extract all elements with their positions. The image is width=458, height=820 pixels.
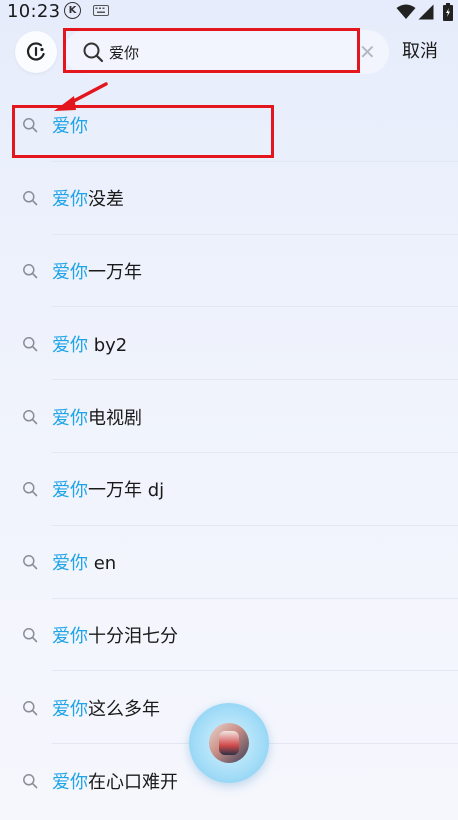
suggestion-highlight: 爱你	[52, 771, 88, 793]
search-icon	[23, 773, 38, 788]
search-icon	[23, 700, 38, 716]
search-icon	[23, 264, 38, 279]
suggestion-highlight: 爱你	[52, 553, 88, 575]
suggestion-text: 爱你十分泪七分	[52, 622, 178, 648]
status-time: 10:23	[7, 1, 61, 22]
cancel-button[interactable]: 取消	[402, 41, 438, 63]
suggestion-highlight: 爱你	[52, 480, 88, 502]
suggestion-item[interactable]: 爱你一万年 dj	[0, 453, 458, 526]
battery-icon	[443, 3, 453, 21]
suggestion-highlight: 爱你	[52, 189, 88, 211]
suggestion-text: 爱你一万年 dj	[52, 476, 164, 502]
suggestion-item[interactable]: 爱你 en	[0, 526, 458, 599]
close-icon[interactable]: ✕	[359, 41, 376, 63]
suggestion-text: 爱你 by2	[52, 331, 127, 357]
suggestion-item[interactable]: 爱你 by2	[0, 307, 458, 381]
suggestion-rest: 没差	[88, 189, 124, 211]
suggestion-rest: 电视剧	[88, 407, 142, 429]
suggestion-rest: 一万年	[88, 261, 142, 283]
voice-search-button[interactable]	[15, 31, 57, 73]
suggestion-highlight: 爱你	[52, 698, 88, 720]
suggestion-rest: 一万年 dj	[88, 480, 165, 502]
annotation-box-search	[63, 28, 360, 73]
search-icon	[23, 409, 38, 424]
wifi-icon	[396, 4, 416, 19]
suggestion-rest: 十分泪七分	[88, 625, 178, 647]
suggestion-highlight: 爱你	[52, 334, 88, 356]
suggestion-item[interactable]: 爱你电视剧	[0, 380, 458, 453]
search-icon	[23, 555, 38, 570]
suggestion-text: 爱你电视剧	[52, 404, 142, 430]
keyboard-icon	[93, 5, 109, 16]
signal-icon	[418, 4, 434, 20]
status-bar: 10:23 K	[0, 0, 458, 24]
suggestion-text: 爱你这么多年	[52, 695, 160, 721]
suggestion-text: 爱你一万年	[52, 258, 142, 284]
search-icon	[23, 336, 38, 352]
k-icon: K	[64, 2, 81, 19]
search-icon	[23, 628, 38, 643]
suggestion-highlight: 爱你	[52, 261, 88, 283]
floating-music-player[interactable]	[189, 703, 269, 783]
annotation-arrow-icon	[54, 82, 108, 111]
suggestion-item[interactable]: 爱你十分泪七分	[0, 599, 458, 672]
suggestion-item[interactable]: 爱你一万年	[0, 235, 458, 308]
suggestion-text: 爱你 en	[52, 549, 116, 575]
suggestion-rest: 在心口难开	[88, 771, 178, 793]
suggestion-rest: en	[88, 553, 117, 575]
suggestion-item[interactable]: 爱你没差	[0, 162, 458, 235]
suggestion-text: 爱你没差	[52, 185, 124, 211]
album-art-icon	[209, 723, 249, 763]
voice-search-icon	[26, 42, 45, 61]
suggestion-rest: 这么多年	[88, 698, 160, 720]
search-icon	[23, 191, 38, 206]
suggestion-highlight: 爱你	[52, 407, 88, 429]
search-icon	[23, 482, 38, 497]
suggestion-highlight: 爱你	[52, 625, 88, 647]
suggestion-text: 爱你在心口难开	[52, 768, 178, 794]
suggestion-rest: by2	[88, 334, 128, 356]
